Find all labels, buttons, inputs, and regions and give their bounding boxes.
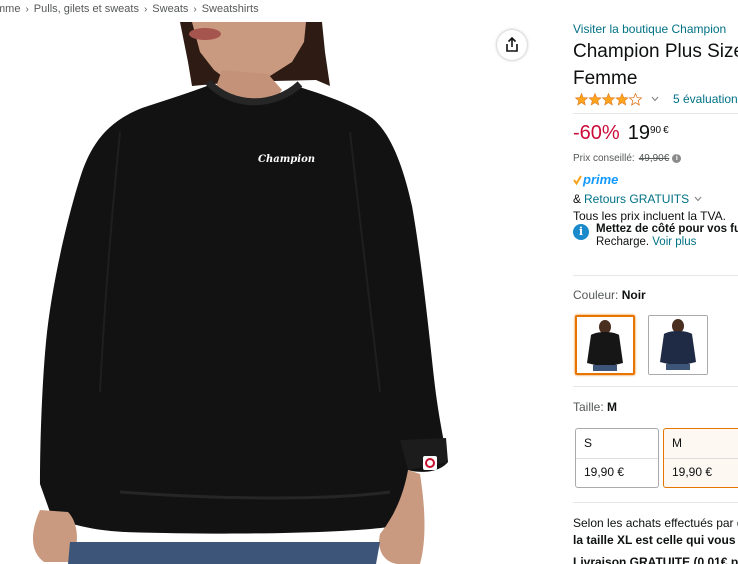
- divider: [664, 458, 738, 459]
- rating-row: 5 évaluations: [575, 92, 738, 106]
- prime-label: prime: [583, 172, 619, 187]
- breadcrumb: mme › Pulls, gilets et sweats › Sweats ›…: [0, 0, 259, 18]
- swatch-thumbnail: [649, 316, 707, 374]
- notice-text: Mettez de côté pour vos fu Recharge. Voi…: [596, 223, 738, 249]
- tva-note: Tous les prix incluent la TVA.: [573, 209, 726, 223]
- list-price-label: Prix conseillé:: [573, 153, 635, 164]
- free-returns-link[interactable]: Retours GRATUITS: [584, 192, 689, 206]
- free-delivery: Livraison GRATUITE (0,01€ pour: [573, 555, 738, 564]
- list-price: Prix conseillé: 49,90€ i: [573, 153, 682, 164]
- color-label-text: Couleur:: [573, 288, 619, 302]
- size-label-text: Taille:: [573, 400, 604, 414]
- breadcrumb-item-sweats[interactable]: Sweats: [152, 3, 188, 15]
- price-fraction: 90: [649, 125, 662, 136]
- size-option-m[interactable]: M 19,90 €: [663, 428, 738, 488]
- discount-percent: -60%: [573, 122, 620, 144]
- reviews-link[interactable]: 5 évaluations: [673, 92, 738, 106]
- notice-body: Recharge. Voir plus: [596, 236, 738, 249]
- returns-prefix: &: [573, 192, 582, 206]
- prime-badge[interactable]: prime: [573, 172, 618, 187]
- color-label: Couleur: Noir: [573, 288, 646, 302]
- chevron-down-icon[interactable]: [651, 96, 659, 102]
- size-name: S: [584, 436, 593, 450]
- see-more-link[interactable]: Voir plus: [652, 236, 696, 248]
- color-value: Noir: [621, 288, 646, 302]
- divider: [573, 113, 738, 114]
- price-currency: €: [663, 125, 669, 136]
- list-price-value: 49,90€: [638, 153, 670, 164]
- product-details: Visiter la boutique Champion Champion Pl…: [573, 0, 738, 564]
- size-price: 19,90 €: [584, 465, 625, 479]
- breadcrumb-item-mme[interactable]: mme: [0, 3, 20, 15]
- price-whole: 19: [627, 122, 650, 144]
- store-link[interactable]: Visiter la boutique Champion: [573, 22, 726, 36]
- breadcrumb-item-sweatshirts[interactable]: Sweatshirts: [202, 3, 259, 15]
- size-recommendation-intro: Selon les achats effectués par d: [573, 516, 738, 530]
- breadcrumb-separator-icon: ›: [143, 3, 148, 15]
- size-label: Taille: M: [573, 400, 617, 414]
- swatch-thumbnail: [577, 317, 633, 373]
- color-swatch-navy[interactable]: [648, 315, 708, 375]
- chevron-down-icon[interactable]: [694, 196, 702, 202]
- divider: [573, 386, 738, 387]
- divider: [576, 458, 658, 459]
- star-rating-icon[interactable]: [575, 92, 643, 106]
- share-icon: [506, 37, 518, 52]
- notice-body-text: Recharge.: [596, 236, 650, 248]
- product-image[interactable]: Champion: [0, 22, 540, 564]
- divider: [573, 502, 738, 503]
- notice-title: Mettez de côté pour vos fu: [596, 223, 738, 235]
- size-recommendation: la taille XL est celle qui vous co: [573, 533, 738, 547]
- product-title: Champion Plus Size Femme: [573, 41, 738, 89]
- share-button[interactable]: [497, 30, 527, 60]
- breadcrumb-item-pulls[interactable]: Pulls, gilets et sweats: [34, 3, 139, 15]
- breadcrumb-separator-icon: ›: [25, 3, 29, 15]
- recharge-notice: i Mettez de côté pour vos fu Recharge. V…: [573, 223, 738, 249]
- info-icon[interactable]: i: [672, 154, 682, 163]
- divider: [573, 275, 738, 276]
- size-value: M: [607, 400, 618, 414]
- free-returns: & Retours GRATUITS: [573, 192, 702, 206]
- info-icon: i: [573, 224, 589, 240]
- product-photo: [32, 22, 448, 564]
- champion-logo: Champion: [258, 154, 316, 165]
- color-swatch-black[interactable]: [575, 315, 635, 375]
- size-name: M: [672, 436, 682, 450]
- price: -60% 19 90 €: [573, 122, 669, 145]
- breadcrumb-separator-icon: ›: [193, 3, 197, 15]
- size-price: 19,90 €: [672, 465, 713, 479]
- prime-check-icon: [573, 174, 582, 185]
- size-option-s[interactable]: S 19,90 €: [575, 428, 659, 488]
